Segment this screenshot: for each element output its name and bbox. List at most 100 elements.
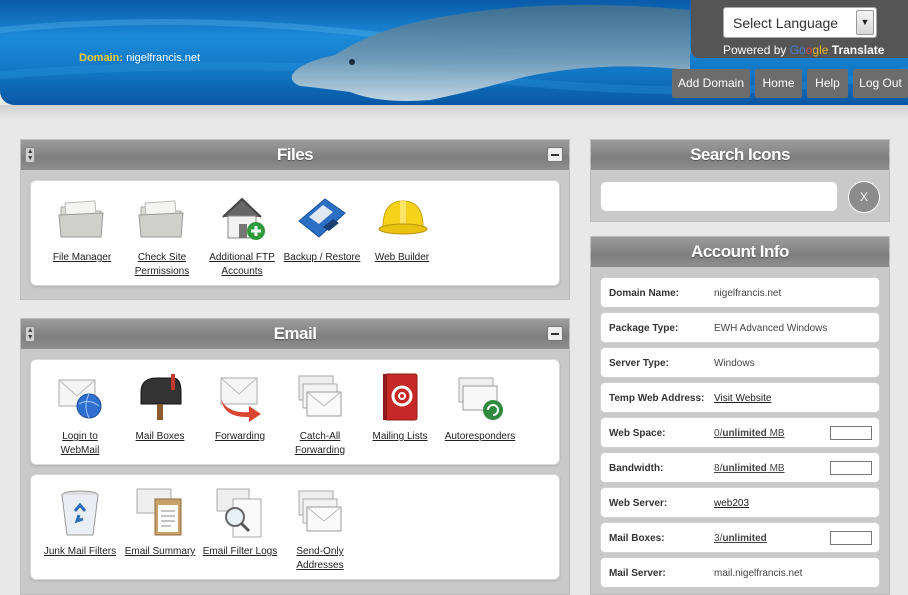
domain-value: nigelfrancis.net [126,52,201,64]
tile-label: Email Summary [124,546,196,557]
tile-label: Junk Mail Filters [43,546,117,557]
search-panel-title: Search Icons [690,145,790,164]
usage-limit: unlimited [722,428,767,439]
envelope-refresh-icon [453,370,507,424]
additional-ftp-accounts-tile[interactable]: Additional FTP Accounts [202,191,282,279]
usage-progress-bar [830,461,872,475]
usage-progress-bar [830,531,872,545]
clear-search-button[interactable]: X [848,181,880,213]
tile-label: Additional FTP [209,252,275,263]
account-panel-title: Account Info [691,242,789,261]
usage-unit: MB [766,463,785,474]
folder-icon [135,191,189,245]
email-panel-header[interactable]: ▲ ▼ Email [21,319,569,349]
powered-by-text: Powered by [723,43,787,57]
row-value: 3/unlimited [714,533,767,544]
tile-label: Forwarding [214,431,266,442]
email-panel-title: Email [273,324,317,343]
row-value: mail.nigelfrancis.net [714,568,803,579]
web-server-link[interactable]: web203 [714,498,749,509]
language-select-value: Select Language [733,15,839,31]
account-row-package-type: Package Type: EWH Advanced Windows [600,312,880,343]
floppy-disk-icon [295,191,349,245]
web-builder-tile[interactable]: Web Builder [362,191,442,265]
header-divider [0,105,908,120]
chevron-down-icon[interactable]: ▼ [856,10,874,35]
row-value: Windows [714,358,755,369]
tile-label: Catch-All [299,431,341,442]
collapse-icon[interactable] [547,326,563,341]
files-panel-title: Files [276,145,314,164]
email-summary-tile[interactable]: Email Summary [120,485,200,559]
email-icon-card-2: Junk Mail Filters Email Summary Email Fi… [30,474,560,580]
tile-label: Mail Boxes [135,431,185,442]
home-button[interactable]: Home [755,69,802,98]
row-key: Server Type: [609,358,669,369]
hard-hat-icon [375,191,429,245]
usage-link[interactable]: 0/unlimited MB [714,428,785,439]
domain-indicator: Domain: nigelfrancis.net [79,52,200,64]
files-panel-header[interactable]: ▲ ▼ Files [21,140,569,170]
mailing-lists-tile[interactable]: Mailing Lists [360,370,440,444]
email-filter-logs-tile[interactable]: Email Filter Logs [200,485,280,559]
tile-label: Permissions [134,266,190,277]
files-panel: ▲ ▼ Files File Manager Check Site Permissi… [20,139,570,300]
tile-label: Send-Only [296,546,344,557]
add-domain-button[interactable]: Add Domain [672,69,750,98]
account-row-temp-web-address: Temp Web Address: Visit Website [600,382,880,413]
google-logo-part: Go [789,43,806,57]
envelope-clipboard-icon [133,485,187,539]
account-row-web-space: Web Space: 0/unlimited MB [600,417,880,448]
row-key: Mail Server: [609,568,666,579]
usage-link[interactable]: 3/unlimited [714,533,767,544]
email-icon-card-1: Login to WebMail Mail Boxes Forwarding Ca… [30,359,560,465]
file-manager-tile[interactable]: File Manager [42,191,122,265]
mail-boxes-tile[interactable]: Mail Boxes [120,370,200,444]
usage-link[interactable]: 8/unlimited MB [714,463,785,474]
envelope-stack-icon [293,370,347,424]
help-button[interactable]: Help [807,69,848,98]
log-out-button[interactable]: Log Out [853,69,908,98]
search-panel-header: Search Icons [591,140,889,170]
tile-label: Mailing Lists [372,431,428,442]
row-key: Bandwidth: [609,463,664,474]
account-row-server-type: Server Type: Windows [600,347,880,378]
visit-website-link[interactable]: Visit Website [714,393,771,404]
translate-text: Translate [831,43,885,57]
usage-limit: unlimited [722,533,767,544]
row-key: Temp Web Address: [609,393,705,404]
backup-restore-tile[interactable]: Backup / Restore [282,191,362,265]
powered-by-google: Powered by Google Translate [723,43,884,57]
forwarding-tile[interactable]: Forwarding [200,370,280,444]
account-info-panel: Account Info Domain Name: nigelfrancis.n… [590,236,890,595]
row-key: Web Server: [609,498,668,509]
translate-widget: Select Language ▼ Powered by Google Tran… [691,0,908,58]
usage-progress-bar [830,426,872,440]
email-panel: ▲ ▼ Email Login to WebMail Mail Boxes Forw… [20,318,570,595]
header-banner: Domain: nigelfrancis.net Select Language… [0,0,908,105]
envelope-stack-icon [293,485,347,539]
login-to-webmail-tile[interactable]: Login to WebMail [40,370,120,458]
catch-all-forwarding-tile[interactable]: Catch-All Forwarding [280,370,360,458]
address-book-icon [373,370,427,424]
junk-mail-filters-tile[interactable]: Junk Mail Filters [40,485,120,559]
drag-handle-icon[interactable]: ▲ ▼ [25,326,35,342]
drag-handle-icon[interactable]: ▲ ▼ [25,147,35,163]
row-key: Package Type: [609,323,679,334]
language-select[interactable]: Select Language ▼ [723,7,877,38]
collapse-icon[interactable] [547,147,563,162]
usage-limit: unlimited [722,463,767,474]
check-site-permissions-tile[interactable]: Check Site Permissions [122,191,202,279]
autoresponders-tile[interactable]: Autoresponders [440,370,520,444]
tile-label: Addresses [296,560,344,571]
send-only-addresses-tile[interactable]: Send-Only Addresses [280,485,360,573]
tile-label: File Manager [52,252,112,263]
document-search-icon [213,485,267,539]
google-logo-part: gle [812,43,829,57]
row-value: nigelfrancis.net [714,288,782,299]
account-row-mail-boxes: Mail Boxes: 3/unlimited [600,522,880,553]
search-input[interactable] [600,181,838,212]
folder-icon [55,191,109,245]
row-value: EWH Advanced Windows [714,323,828,334]
row-key: Domain Name: [609,288,680,299]
